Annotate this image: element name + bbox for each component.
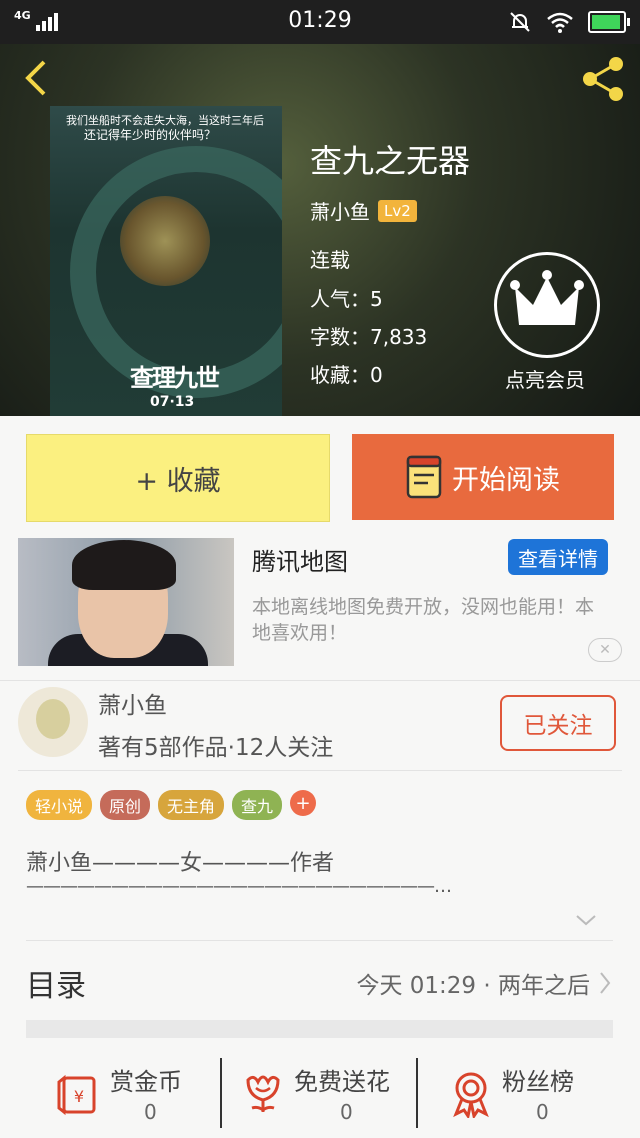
- book-cover[interactable]: 我们坐船时不会走失大海，当这时三年后 还记得年少时的伙伴吗？ 查理九世 07·1…: [50, 106, 282, 416]
- word-count: 字数：7,833: [310, 325, 428, 349]
- book-description-line2: ————————————————————————…: [26, 876, 452, 897]
- tag-item[interactable]: 轻小说: [26, 790, 93, 820]
- toc-latest[interactable]: 今天 01:29 · 两年之后: [356, 966, 612, 1000]
- divider: [18, 770, 622, 771]
- battery-icon: [588, 11, 630, 33]
- vip-label[interactable]: 点亮会员: [490, 364, 600, 393]
- author-info: 著有5部作品·12人关注: [98, 735, 334, 761]
- toc-latest-text: 今天 01:29 · 两年之后: [356, 973, 590, 999]
- ad-details-button[interactable]: 查看详情: [508, 539, 608, 575]
- tag-item[interactable]: 原创: [100, 790, 151, 820]
- collect-button[interactable]: + 收藏: [26, 434, 330, 522]
- send-flower-button[interactable]: 免费送花 0: [242, 1048, 412, 1138]
- author-name[interactable]: 萧小鱼: [98, 686, 167, 720]
- popularity: 人气：5: [310, 287, 383, 311]
- chevron-right-icon: [600, 972, 611, 994]
- cover-tagline-2: 还记得年少时的伙伴吗？: [84, 128, 217, 142]
- mute-bell-icon: [510, 12, 530, 32]
- section-spacer: [26, 1020, 613, 1038]
- reward-coins-count: 0: [144, 1100, 157, 1124]
- tag-list: 轻小说 原创 无主角 查九 +: [26, 790, 317, 820]
- ad-title[interactable]: 腾讯地图: [252, 542, 348, 577]
- reward-coins-button[interactable]: ¥ 赏金币 0: [56, 1048, 206, 1138]
- level-badge: Lv2: [378, 199, 417, 222]
- svg-text:¥: ¥: [74, 1087, 84, 1106]
- start-reading-button[interactable]: 开始阅读: [352, 434, 614, 520]
- red-envelope-icon: ¥: [57, 1074, 96, 1116]
- send-flower-label: 免费送花: [294, 1068, 390, 1096]
- cover-logo: 查理九世: [130, 364, 220, 392]
- fan-ranking-button[interactable]: 粉丝榜 0: [450, 1048, 590, 1138]
- bottom-bar: ¥ 赏金币 0 免费送花 0 粉丝榜 0: [0, 1048, 640, 1138]
- reward-coins-label: 赏金币: [110, 1068, 182, 1096]
- start-reading-label: 开始阅读: [452, 464, 560, 496]
- favorites-count: 收藏：0: [310, 363, 383, 387]
- book-title: 查九之无器: [310, 142, 471, 180]
- divider: [0, 680, 640, 681]
- crown-icon: [510, 270, 584, 325]
- author-avatar[interactable]: [18, 687, 88, 757]
- book-author[interactable]: 萧小鱼: [310, 196, 370, 225]
- status-bar: 4G 01:29: [0, 0, 640, 44]
- ad-description: 本地离线地图免费开放，没网也能用！本地喜欢用！: [252, 596, 595, 644]
- divider: [26, 940, 613, 941]
- wifi-icon: [547, 12, 573, 33]
- fan-ranking-label: 粉丝榜: [502, 1068, 574, 1096]
- toc-label[interactable]: 目录: [26, 961, 86, 1005]
- send-flower-count: 0: [340, 1100, 353, 1124]
- ad-close-icon[interactable]: ✕: [588, 638, 622, 662]
- back-arrow-icon[interactable]: [18, 58, 58, 98]
- ad-image[interactable]: [18, 538, 234, 666]
- share-icon[interactable]: [578, 54, 628, 104]
- book-header: 我们坐船时不会走失大海，当这时三年后 还记得年少时的伙伴吗？ 查理九世 07·1…: [0, 44, 640, 416]
- fan-ranking-count: 0: [536, 1100, 549, 1124]
- serial-status: 连载: [310, 248, 350, 272]
- add-tag-icon[interactable]: +: [290, 790, 317, 816]
- chevron-down-icon[interactable]: [574, 912, 598, 928]
- tag-item[interactable]: 查九: [232, 790, 283, 820]
- tag-item[interactable]: 无主角: [158, 790, 225, 820]
- follow-button[interactable]: 已关注: [500, 695, 616, 751]
- divider: [220, 1058, 222, 1128]
- divider: [416, 1058, 418, 1128]
- flower-icon: [246, 1075, 280, 1112]
- cover-date: 07·13: [150, 394, 195, 410]
- book-icon: [406, 455, 442, 499]
- vip-crown-button[interactable]: [494, 252, 600, 358]
- medal-icon: [453, 1072, 489, 1118]
- book-description: 萧小鱼————女————作者: [26, 851, 335, 876]
